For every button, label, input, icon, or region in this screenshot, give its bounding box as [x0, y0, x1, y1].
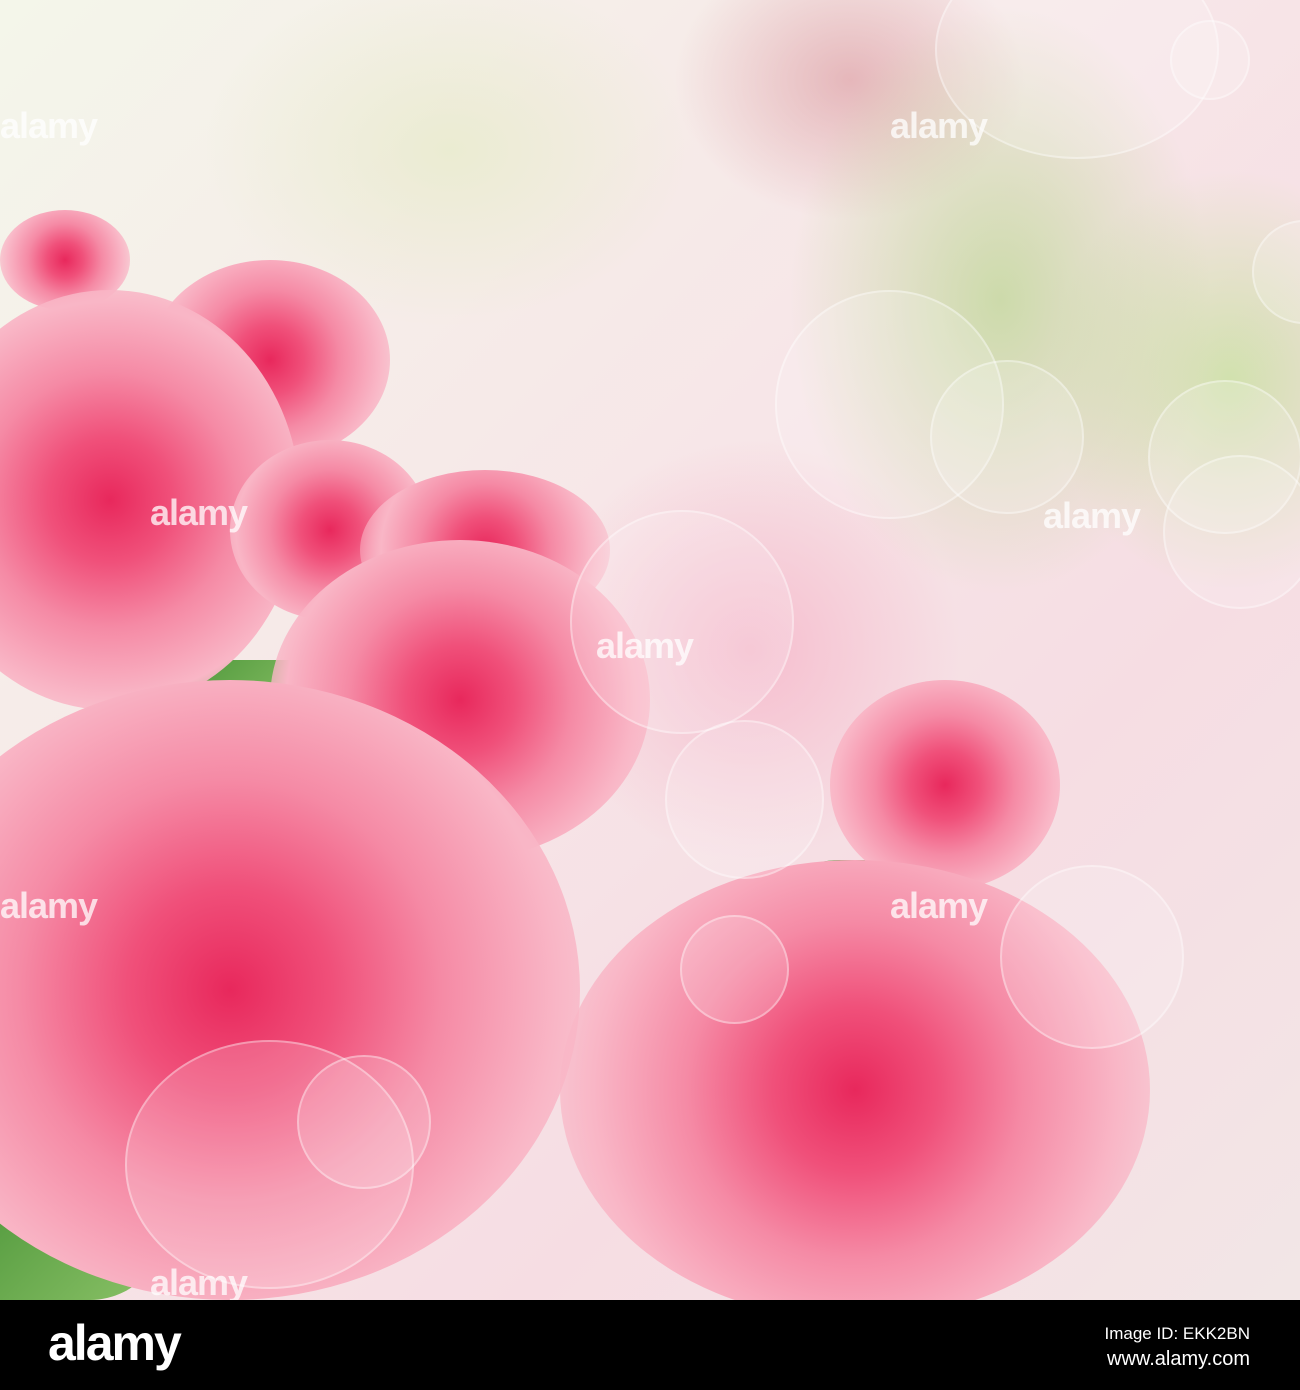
watermark: alamy	[890, 105, 988, 146]
watermark: alamy	[150, 1262, 248, 1300]
image-id: Image ID: EKK2BN	[1104, 1324, 1250, 1343]
rose	[830, 680, 1060, 890]
bokeh	[930, 360, 1084, 514]
watermark: alamy	[890, 885, 988, 926]
watermark: alamy	[0, 885, 98, 926]
bokeh	[1163, 455, 1300, 609]
watermark: alamy	[1043, 495, 1141, 536]
bokeh	[1170, 20, 1250, 100]
bokeh	[1252, 220, 1300, 324]
watermark: alamy	[150, 492, 248, 533]
bokeh	[1000, 865, 1184, 1049]
bokeh	[297, 1055, 431, 1189]
site-url: www.alamy.com	[1107, 1348, 1250, 1370]
bokeh	[680, 915, 789, 1024]
bokeh	[665, 720, 824, 879]
watermark: alamy	[596, 625, 694, 666]
watermark: alamy	[0, 105, 98, 146]
footer-bar: alamy Image ID: EKK2BN www.alamy.com	[0, 1300, 1300, 1390]
rose-photo: alamy alamy alamy alamy alamy alamy alam…	[0, 0, 1300, 1300]
bokeh	[570, 510, 794, 734]
alamy-logo: alamy	[48, 1315, 182, 1371]
